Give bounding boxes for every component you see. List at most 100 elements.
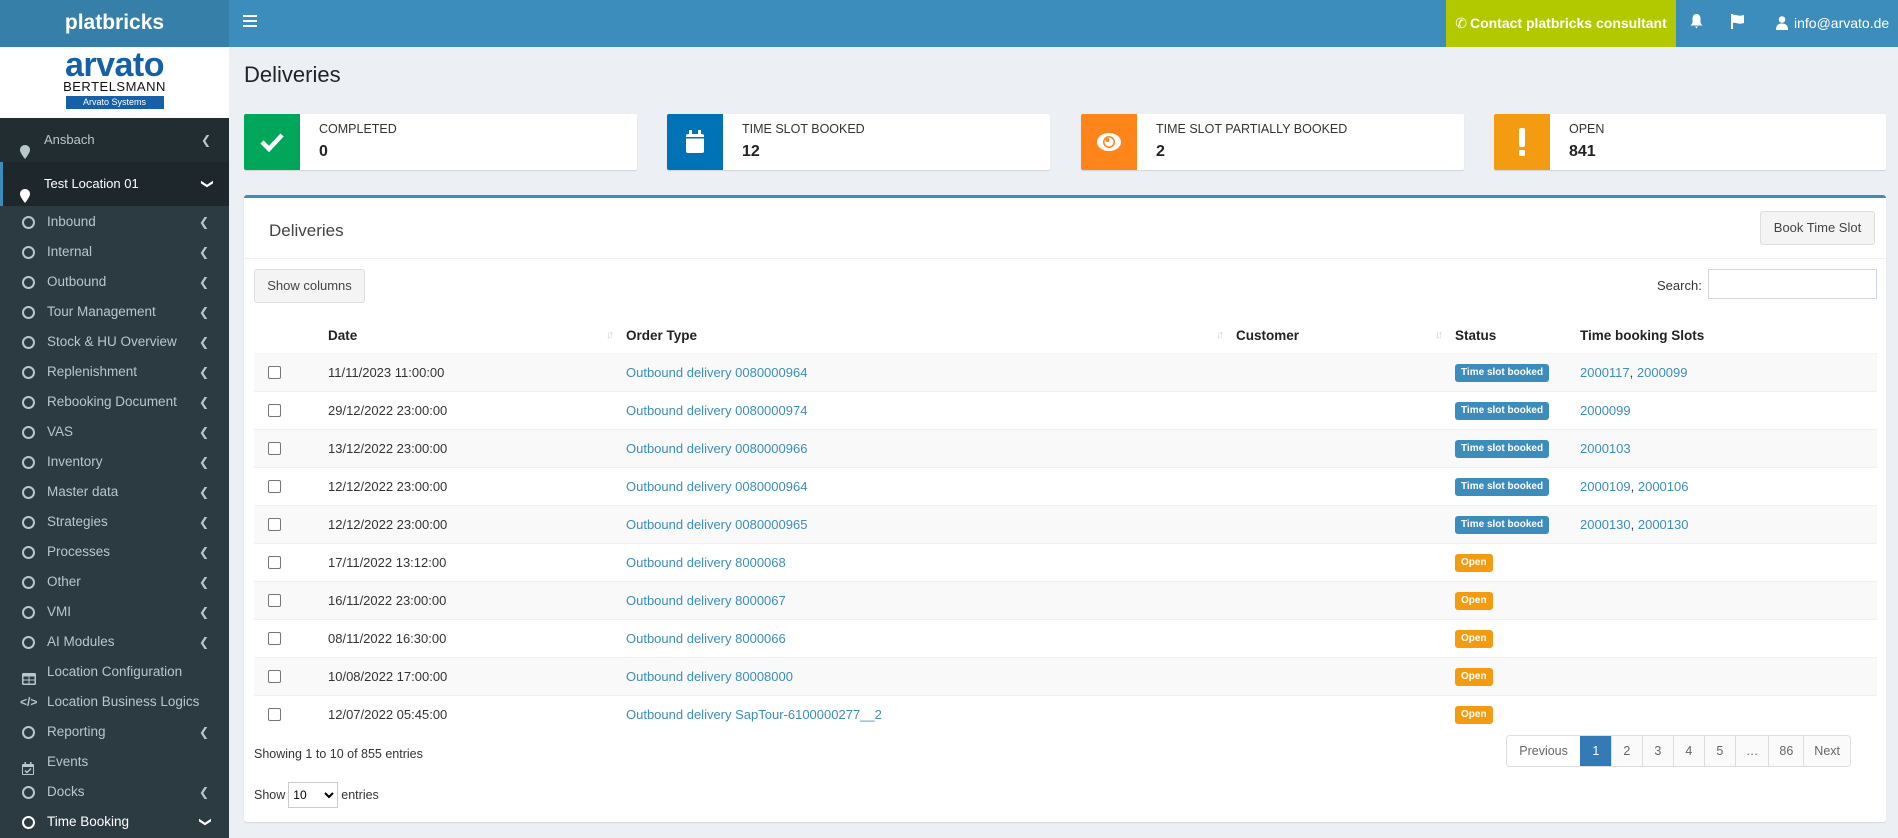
sort-icon[interactable]: ↓↑ bbox=[1435, 329, 1449, 342]
sidebar-item-reporting[interactable]: Reporting ❮ bbox=[0, 717, 229, 747]
row-checkbox[interactable] bbox=[268, 669, 281, 683]
pagination-page-5[interactable]: 5 bbox=[1703, 736, 1735, 766]
flag-icon[interactable] bbox=[1731, 0, 1747, 47]
select-cell bbox=[254, 618, 328, 657]
sort-icon[interactable]: ↓↑ bbox=[606, 329, 620, 342]
row-checkbox[interactable] bbox=[268, 441, 281, 455]
sidebar-item-vas[interactable]: VAS ❮ bbox=[0, 417, 229, 447]
time-slot-link[interactable]: 2000106 bbox=[1638, 479, 1689, 494]
show-columns-button[interactable]: Show columns bbox=[254, 269, 365, 303]
pagination-next-button[interactable]: Next bbox=[1803, 736, 1850, 766]
sidebar-location-ansbach[interactable]: Ansbach ❮ bbox=[0, 118, 229, 162]
brand-logo[interactable]: platbricks bbox=[0, 0, 229, 47]
row-checkbox[interactable] bbox=[268, 479, 281, 493]
code-icon: </> bbox=[20, 695, 38, 709]
row-checkbox[interactable] bbox=[268, 631, 281, 645]
stat-time-slot-booked: TIME SLOT BOOKED 12 bbox=[667, 114, 1050, 170]
time-slot-link[interactable]: 2000117 bbox=[1580, 365, 1630, 380]
row-checkbox[interactable] bbox=[268, 517, 281, 531]
time-slot-link[interactable]: 2000099 bbox=[1580, 403, 1631, 418]
time-slot-link[interactable]: 2000130 bbox=[1580, 517, 1631, 532]
pagination-page-1[interactable]: 1 bbox=[1579, 736, 1611, 766]
row-checkbox[interactable] bbox=[268, 593, 281, 607]
order-link[interactable]: Outbound delivery SapTour-6100000277__2 bbox=[626, 707, 882, 722]
order-type-cell: Outbound delivery 0080000966 bbox=[626, 428, 1236, 467]
sort-icon[interactable]: ↓↑ bbox=[1216, 329, 1230, 342]
sidebar-item-inbound[interactable]: Inbound ❮ bbox=[0, 207, 229, 237]
date-cell: 29/12/2022 23:00:00 bbox=[328, 390, 626, 429]
time-slot-link[interactable]: 2000130 bbox=[1638, 517, 1689, 532]
sidebar-location-test-location-01[interactable]: Test Location 01 ❮ bbox=[0, 162, 229, 206]
sidebar-item-ai-modules[interactable]: AI Modules ❮ bbox=[0, 627, 229, 657]
sidebar-item-label: Rebooking Document bbox=[47, 394, 177, 409]
time-slots-cell bbox=[1580, 656, 1877, 695]
sidebar-item-label: Replenishment bbox=[47, 364, 138, 379]
row-checkbox[interactable] bbox=[268, 707, 281, 721]
user-menu[interactable]: info@arvato.de bbox=[1776, 0, 1889, 47]
contact-consultant-button[interactable]: ✆ Contact platbricks consultant bbox=[1446, 0, 1676, 47]
chevron-left-icon: ❮ bbox=[198, 245, 209, 259]
length-suffix: entries bbox=[341, 788, 379, 802]
status-cell: Time slot booked bbox=[1455, 428, 1580, 467]
order-link[interactable]: Outbound delivery 8000068 bbox=[626, 555, 786, 570]
order-link[interactable]: Outbound delivery 0080000964 bbox=[626, 365, 807, 380]
sidebar-item-master-data[interactable]: Master data ❮ bbox=[0, 477, 229, 507]
customer-cell bbox=[1236, 390, 1455, 429]
sidebar-item-stock-hu-overview[interactable]: Stock & HU Overview ❮ bbox=[0, 327, 229, 357]
hamburger-icon[interactable] bbox=[243, 15, 257, 27]
sidebar-item-events[interactable]: Events bbox=[0, 747, 229, 777]
sidebar-item-processes[interactable]: Processes ❮ bbox=[0, 537, 229, 567]
pagination-page-2[interactable]: 2 bbox=[1610, 736, 1642, 766]
column-header-date[interactable]: Date ↓↑ bbox=[328, 318, 626, 354]
date-cell: 12/07/2022 05:45:00 bbox=[328, 694, 626, 733]
order-link[interactable]: Outbound delivery 0080000974 bbox=[626, 403, 807, 418]
time-slot-link[interactable]: 2000103 bbox=[1580, 441, 1631, 456]
time-slots-cell: 2000109, 2000106 bbox=[1580, 466, 1877, 505]
sidebar-item-strategies[interactable]: Strategies ❮ bbox=[0, 507, 229, 537]
time-slot-link[interactable]: 2000099 bbox=[1637, 365, 1688, 380]
row-checkbox[interactable] bbox=[268, 365, 281, 379]
sidebar-item-docks[interactable]: Docks ❮ bbox=[0, 777, 229, 807]
sidebar-item-inventory[interactable]: Inventory ❮ bbox=[0, 447, 229, 477]
order-link[interactable]: Outbound delivery 0080000965 bbox=[626, 517, 807, 532]
search-input[interactable] bbox=[1708, 269, 1877, 299]
pagination-previous-button[interactable]: Previous bbox=[1507, 736, 1580, 766]
contact-label: Contact platbricks consultant bbox=[1469, 15, 1667, 31]
sidebar-item-replenishment[interactable]: Replenishment ❮ bbox=[0, 357, 229, 387]
column-header-order-type[interactable]: Order Type ↓↑ bbox=[626, 318, 1236, 354]
row-checkbox[interactable] bbox=[268, 403, 281, 417]
date-cell: 10/08/2022 17:00:00 bbox=[328, 656, 626, 695]
slot-separator: , bbox=[1629, 364, 1637, 380]
sidebar-item-outbound[interactable]: Outbound ❮ bbox=[0, 267, 229, 297]
bell-icon[interactable] bbox=[1690, 0, 1706, 47]
sidebar-item-tour-management[interactable]: Tour Management ❮ bbox=[0, 297, 229, 327]
sidebar-item-rebooking-document[interactable]: Rebooking Document ❮ bbox=[0, 387, 229, 417]
time-slots-cell bbox=[1580, 694, 1877, 733]
row-checkbox[interactable] bbox=[268, 555, 281, 569]
time-slot-link[interactable]: 2000109 bbox=[1580, 479, 1631, 494]
pagination-page-86[interactable]: 86 bbox=[1768, 736, 1804, 766]
pagination-ellipsis[interactable]: … bbox=[1734, 736, 1769, 766]
order-link[interactable]: Outbound delivery 8000066 bbox=[626, 631, 786, 646]
sidebar-item-internal[interactable]: Internal ❮ bbox=[0, 237, 229, 267]
sidebar-item-location-business-logics[interactable]: </> Location Business Logics bbox=[0, 687, 229, 717]
sidebar-item-location-configuration[interactable]: Location Configuration bbox=[0, 657, 229, 687]
page-length-control: Show 10 entries bbox=[254, 782, 379, 808]
select-cell bbox=[254, 542, 328, 581]
sidebar-item-vmi[interactable]: VMI ❮ bbox=[0, 597, 229, 627]
chevron-left-icon: ❮ bbox=[198, 395, 209, 409]
column-header-customer[interactable]: Customer ↓↑ bbox=[1236, 318, 1455, 354]
sidebar-item-other[interactable]: Other ❮ bbox=[0, 567, 229, 597]
order-link[interactable]: Outbound delivery 0080000964 bbox=[626, 479, 807, 494]
order-link[interactable]: Outbound delivery 8000067 bbox=[626, 593, 786, 608]
book-time-slot-button[interactable]: Book Time Slot bbox=[1760, 211, 1875, 245]
page-length-select[interactable]: 10 bbox=[288, 782, 339, 808]
order-link[interactable]: Outbound delivery 80008000 bbox=[626, 669, 793, 684]
pagination-page-3[interactable]: 3 bbox=[1641, 736, 1673, 766]
pagination-page-4[interactable]: 4 bbox=[1672, 736, 1704, 766]
table-row: 29/12/2022 23:00:00 Outbound delivery 008… bbox=[254, 390, 1877, 429]
order-link[interactable]: Outbound delivery 0080000966 bbox=[626, 441, 807, 456]
column-label: Status bbox=[1455, 327, 1497, 343]
chevron-left-icon: ❮ bbox=[198, 215, 209, 229]
sidebar-item-time-booking[interactable]: Time Booking ❮ bbox=[0, 807, 229, 837]
